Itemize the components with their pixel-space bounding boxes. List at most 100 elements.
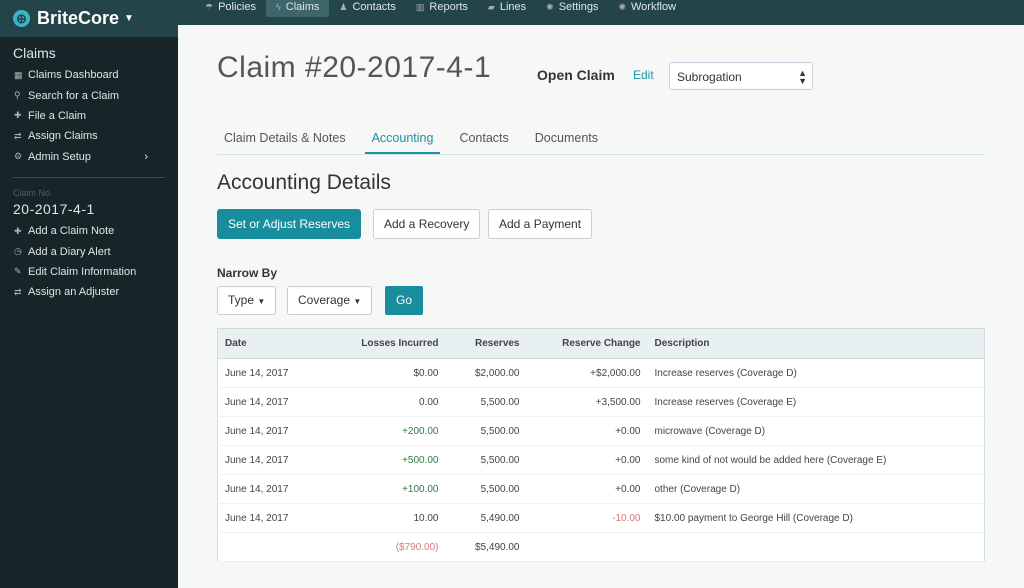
sidebar-item-add-note[interactable]: ✚ Add a Claim Note bbox=[0, 221, 178, 241]
sidebar-item-assign-claims[interactable]: ⇄ Assign Claims bbox=[0, 126, 178, 146]
sidebar-item-edit-claim[interactable]: ✎ Edit Claim Information bbox=[0, 262, 178, 282]
book-icon: ▰ bbox=[487, 2, 495, 12]
empty-cell bbox=[217, 532, 336, 562]
nav-label: Reports bbox=[429, 1, 468, 13]
description-cell: other (Coverage D) bbox=[647, 474, 985, 504]
sidebar-item-label: Assign Claims bbox=[28, 130, 98, 143]
sidebar-item-label: Admin Setup bbox=[28, 150, 91, 163]
add-payment-button[interactable]: Add a Payment bbox=[488, 209, 593, 239]
description-cell: $10.00 payment to George Hill (Coverage … bbox=[647, 503, 985, 533]
col-reserve-change: Reserve Change bbox=[526, 328, 648, 359]
brand-menu[interactable]: ⊕ BriteCore ▼ bbox=[0, 0, 178, 37]
sidebar-item-add-diary[interactable]: ◷ Add a Diary Alert bbox=[0, 241, 178, 261]
add-recovery-button[interactable]: Add a Recovery bbox=[373, 209, 481, 239]
losses-cell: +500.00 bbox=[335, 445, 446, 475]
nav-label: Policies bbox=[218, 1, 256, 13]
sidebar-item-admin-setup[interactable]: ⚙ Admin Setup › bbox=[0, 147, 178, 167]
date-cell: June 14, 2017 bbox=[217, 416, 336, 446]
narrow-by-label: Narrow By bbox=[217, 266, 278, 280]
nav-workflow[interactable]: ✺ Workflow bbox=[608, 0, 686, 17]
gear-icon: ✺ bbox=[546, 2, 554, 12]
umbrella-icon: ☂ bbox=[205, 2, 214, 12]
plus-icon: ✚ bbox=[14, 225, 22, 236]
sidebar-item-assign-adjuster[interactable]: ⇄ Assign an Adjuster bbox=[0, 282, 178, 302]
claim-status-select[interactable]: Subrogation ▲ ▼ bbox=[669, 62, 813, 90]
claim-no-label: Claim No. bbox=[13, 187, 53, 198]
reserves-cell: $2,000.00 bbox=[445, 358, 527, 388]
pencil-icon: ✎ bbox=[14, 266, 22, 277]
col-reserves: Reserves bbox=[445, 328, 527, 359]
sidebar-item-claims-dashboard[interactable]: ▦ Claims Dashboard bbox=[0, 65, 178, 85]
nav-policies[interactable]: ☂ Policies bbox=[195, 0, 266, 17]
date-cell: June 14, 2017 bbox=[217, 503, 336, 533]
caret-down-icon: ▼ bbox=[124, 13, 134, 24]
sidebar-title: Claims bbox=[13, 45, 56, 61]
set-reserves-button[interactable]: Set or Adjust Reserves bbox=[217, 209, 362, 239]
sidebar-item-search-claim[interactable]: ⚲ Search for a Claim bbox=[0, 85, 178, 105]
nav-label: Claims bbox=[285, 1, 320, 13]
description-cell: microwave (Coverage D) bbox=[647, 416, 985, 446]
description-cell: Increase reserves (Coverage D) bbox=[647, 358, 985, 388]
table-row: June 14, 2017 +100.00 5,500.00 +0.00 other (… bbox=[217, 474, 985, 504]
sidebar-item-label: Claims Dashboard bbox=[28, 69, 119, 82]
nav-label: Contacts bbox=[352, 1, 396, 13]
nav-lines[interactable]: ▰ Lines bbox=[478, 0, 536, 17]
losses-cell: 10.00 bbox=[335, 503, 446, 533]
sidebar-item-label: Assign an Adjuster bbox=[28, 286, 120, 299]
grid-icon: ▦ bbox=[14, 69, 23, 80]
dropdown-label: Type bbox=[228, 293, 255, 307]
brand-name: BriteCore bbox=[37, 8, 120, 28]
table-row: June 14, 2017 10.00 5,490.00 -10.00 $10.00 p… bbox=[217, 503, 985, 533]
clock-icon: ◷ bbox=[14, 246, 22, 257]
sidebar-item-file-claim[interactable]: ✚ File a Claim bbox=[0, 106, 178, 126]
table-row: June 14, 2017 0.00 5,500.00 +3,500.00 Increa… bbox=[217, 387, 985, 417]
losses-cell: +200.00 bbox=[335, 416, 446, 446]
claim-no-value: 20-2017-4-1 bbox=[13, 200, 95, 217]
nav-reports[interactable]: ▥ Reports bbox=[406, 0, 478, 17]
sidebar-item-label: Edit Claim Information bbox=[28, 265, 137, 278]
reserve-change-cell: +0.00 bbox=[526, 474, 648, 504]
sidebar-item-label: File a Claim bbox=[28, 109, 87, 122]
type-filter-dropdown[interactable]: Type ▼ bbox=[217, 286, 277, 315]
nav-claims[interactable]: ϟ Claims bbox=[265, 0, 330, 17]
cogs-icon: ⚙ bbox=[14, 151, 23, 162]
empty-cell bbox=[647, 532, 985, 562]
description-cell: Increase reserves (Coverage E) bbox=[647, 387, 985, 417]
tab-bar: Claim Details & Notes Accounting Contact… bbox=[217, 125, 985, 155]
coverage-filter-dropdown[interactable]: Coverage ▼ bbox=[287, 286, 373, 315]
col-date: Date bbox=[217, 328, 336, 359]
reserve-change-cell: +0.00 bbox=[526, 445, 648, 475]
claim-status: Open Claim bbox=[537, 67, 615, 83]
dropdown-label: Coverage bbox=[298, 293, 351, 307]
date-cell: June 14, 2017 bbox=[217, 445, 336, 475]
reserves-cell: 5,500.00 bbox=[445, 416, 527, 446]
accounting-table: Date Losses Incurred Reserves Reserve Ch… bbox=[217, 328, 985, 562]
tab-accounting[interactable]: Accounting bbox=[364, 125, 441, 154]
losses-cell: +100.00 bbox=[335, 474, 446, 504]
britecore-logo-icon: ⊕ bbox=[13, 10, 30, 27]
reserves-cell: 5,500.00 bbox=[445, 474, 527, 504]
table-row: June 14, 2017 +500.00 5,500.00 +0.00 some ki… bbox=[217, 445, 985, 475]
table-header-row: Date Losses Incurred Reserves Reserve Ch… bbox=[217, 328, 985, 359]
nav-label: Workflow bbox=[630, 1, 677, 13]
nav-settings[interactable]: ✺ Settings bbox=[536, 0, 608, 17]
edit-status-link[interactable]: Edit bbox=[633, 68, 654, 82]
go-button[interactable]: Go bbox=[385, 286, 423, 315]
tab-claim-details[interactable]: Claim Details & Notes bbox=[217, 125, 353, 154]
nav-contacts[interactable]: ♟ Contacts bbox=[329, 0, 406, 17]
reserves-total: $5,490.00 bbox=[445, 532, 527, 562]
reserve-change-cell: +3,500.00 bbox=[526, 387, 648, 417]
reserve-change-cell: +0.00 bbox=[526, 416, 648, 446]
description-cell: some kind of not would be added here (Co… bbox=[647, 445, 985, 475]
col-losses: Losses Incurred bbox=[335, 328, 446, 359]
tab-contacts[interactable]: Contacts bbox=[452, 125, 515, 154]
losses-cell: 0.00 bbox=[335, 387, 446, 417]
tab-documents[interactable]: Documents bbox=[528, 125, 605, 154]
caret-down-icon: ▼ bbox=[257, 297, 266, 306]
exchange-icon: ⇄ bbox=[14, 286, 22, 297]
page-title: Claim #20-2017-4-1 bbox=[217, 51, 492, 84]
sidebar-item-label: Search for a Claim bbox=[28, 89, 120, 102]
table-row: June 14, 2017 $0.00 $2,000.00 +$2,000.00 Inc… bbox=[217, 358, 985, 388]
select-arrows-icon: ▲ ▼ bbox=[798, 68, 807, 86]
exchange-icon: ⇄ bbox=[14, 130, 22, 141]
